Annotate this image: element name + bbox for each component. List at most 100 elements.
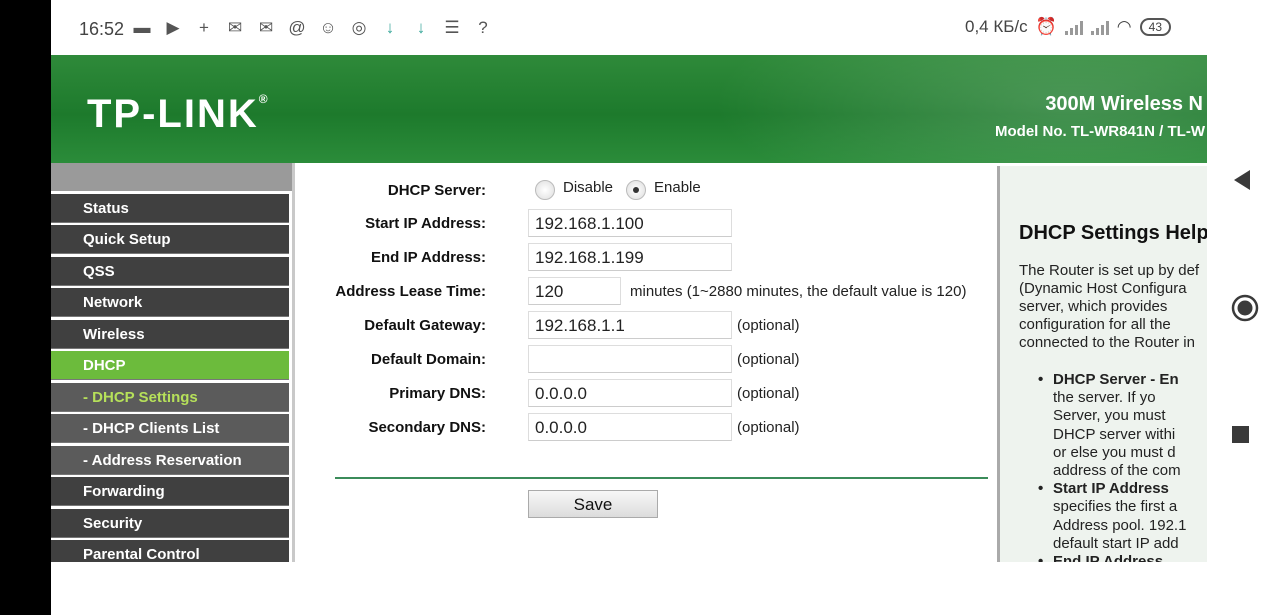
primary-dns-row: Primary DNS: 0.0.0.0 (optional): [295, 379, 997, 409]
menu-item-status[interactable]: Status: [51, 193, 289, 223]
help-intro: The Router is set up by def (Dynamic Hos…: [1019, 262, 1207, 352]
router-header: TP-LINK® 300M Wireless N Model No. TL-WR…: [51, 55, 1207, 163]
status-right: 0,4 КБ/с ⏰ ◠ 43: [965, 17, 1171, 37]
help-item-title: DHCP Server - En: [1053, 371, 1179, 388]
wifi-question-icon: ?: [478, 18, 488, 37]
phone-screen: 16:52 ▬ ▶ + ✉ ✉ @ ☺ ◎ ↓ ↓ ☰ ? 0,4 КБ/с ⏰…: [51, 0, 1207, 615]
help-list: DHCP Server - En the server. If yo Serve…: [1034, 371, 1207, 562]
sidebar-menu: Status Quick Setup QSS Network Wireless …: [51, 163, 295, 569]
status-bar: 16:52 ▬ ▶ + ✉ ✉ @ ☺ ◎ ↓ ↓ ☰ ? 0,4 КБ/с ⏰…: [51, 0, 1207, 55]
menu-item-wireless[interactable]: Wireless: [51, 319, 289, 349]
domain-input[interactable]: [528, 345, 732, 373]
help-item-end-ip: End IP Address: [1034, 553, 1207, 562]
signal-icon: [1064, 19, 1083, 35]
domain-row: Default Domain: (optional): [295, 345, 997, 375]
model-number: Model No. TL-WR841N / TL-W: [995, 123, 1205, 140]
dhcp-settings-form: DHCP Server: Disable Enable Start IP Add…: [295, 166, 997, 562]
signal-icon: [1090, 19, 1109, 35]
menu-item-network[interactable]: Network: [51, 288, 289, 317]
android-nav-bar: [1207, 0, 1280, 615]
help-line: (Dynamic Host Configura: [1019, 280, 1187, 297]
at-icon: @: [288, 18, 306, 37]
end-ip-row: End IP Address: 192.168.1.199: [295, 243, 997, 273]
dhcp-server-row: DHCP Server: Disable Enable: [295, 179, 997, 209]
help-line: Server, you must: [1053, 407, 1166, 425]
wifi-icon: ◠: [1116, 17, 1132, 36]
help-line: default start IP add: [1053, 534, 1179, 552]
tp-link-logo: TP-LINK®: [87, 92, 270, 136]
end-ip-input[interactable]: 192.168.1.199: [528, 243, 732, 271]
help-panel: DHCP Settings Help The Router is set up …: [997, 166, 1207, 562]
primary-dns-input[interactable]: 0.0.0.0: [528, 379, 732, 407]
lease-time-row: Address Lease Time: 120 minutes (1~2880 …: [295, 277, 997, 307]
help-item-title: End IP Address: [1053, 553, 1164, 562]
gateway-row: Default Gateway: 192.168.1.1 (optional): [295, 311, 997, 341]
menu-item-address-reservation[interactable]: - Address Reservation: [51, 445, 289, 475]
add-contact-icon: +: [199, 18, 209, 37]
menu-item-quick-setup[interactable]: Quick Setup: [51, 225, 289, 254]
optional-note: (optional): [737, 419, 800, 436]
mail-icon: ✉: [258, 18, 274, 37]
gateway-label: Default Gateway:: [364, 317, 486, 334]
menu-item-forwarding[interactable]: Forwarding: [51, 477, 289, 506]
dhcp-server-label: DHCP Server:: [387, 182, 486, 199]
back-icon[interactable]: [1231, 168, 1255, 192]
secondary-dns-input[interactable]: 0.0.0.0: [528, 413, 732, 441]
optional-note: (optional): [737, 317, 800, 334]
product-name: 300M Wireless N: [1045, 93, 1203, 115]
lease-time-note: minutes (1~2880 minutes, the default val…: [630, 283, 967, 300]
help-item-start-ip: Start IP Address specifies the first a A…: [1034, 480, 1207, 553]
help-line: specifies the first a: [1053, 498, 1178, 516]
help-line: The Router is set up by def: [1019, 262, 1200, 279]
enable-label: Enable: [654, 179, 701, 196]
notification-icons: ▬ ▶ + ✉ ✉ @ ☺ ◎ ↓ ↓ ☰ ?: [131, 17, 494, 39]
help-line: or else you must d: [1053, 443, 1176, 461]
start-ip-input[interactable]: 192.168.1.100: [528, 209, 732, 237]
lease-time-input[interactable]: 120: [528, 277, 621, 305]
mail-icon: ✉: [227, 18, 243, 37]
menu-item-security[interactable]: Security: [51, 508, 289, 538]
menu-item-dhcp-settings[interactable]: - DHCP Settings: [51, 382, 289, 412]
primary-dns-label: Primary DNS:: [389, 385, 486, 402]
battery-indicator: 43: [1139, 18, 1171, 36]
form-divider: [335, 477, 988, 479]
play-store-icon: ▶: [166, 18, 180, 37]
help-item-title: Start IP Address: [1053, 480, 1169, 498]
domain-label: Default Domain:: [370, 351, 486, 368]
help-line: DHCP server withi: [1053, 425, 1176, 443]
message-icon: ▬: [133, 18, 151, 37]
network-speed: 0,4 КБ/с: [964, 17, 1028, 36]
help-line: configuration for all the: [1019, 316, 1171, 333]
page-bottom-blank: [51, 562, 1207, 615]
help-item-dhcp-server: DHCP Server - En the server. If yo Serve…: [1034, 371, 1207, 480]
help-line: address of the com: [1053, 462, 1181, 480]
disable-label: Disable: [563, 179, 614, 196]
menu-icon: ☰: [444, 18, 460, 37]
home-icon[interactable]: [1231, 294, 1259, 322]
lease-time-label: Address Lease Time:: [335, 283, 486, 300]
download-icon: ↓: [416, 18, 426, 37]
help-line: the server. If yo: [1053, 389, 1156, 407]
help-line: connected to the Router in: [1019, 334, 1195, 351]
help-line: server, which provides: [1019, 298, 1168, 315]
end-ip-label: End IP Address:: [370, 249, 486, 266]
disable-radio[interactable]: [535, 180, 555, 200]
instagram-icon: ◎: [351, 18, 367, 37]
alarm-icon: ⏰: [1035, 17, 1057, 36]
recents-icon[interactable]: [1231, 425, 1251, 445]
emoji-icon: ☺: [319, 18, 337, 37]
menu-item-dhcp-clients-list[interactable]: - DHCP Clients List: [51, 414, 289, 443]
menu-item-dhcp[interactable]: DHCP: [51, 351, 289, 380]
save-button[interactable]: Save: [528, 490, 658, 518]
download-icon: ↓: [385, 18, 395, 37]
menu-top-bar: [51, 163, 292, 191]
optional-note: (optional): [737, 385, 800, 402]
help-title: DHCP Settings Help: [1019, 222, 1207, 244]
secondary-dns-row: Secondary DNS: 0.0.0.0 (optional): [295, 413, 997, 443]
enable-radio[interactable]: [626, 180, 646, 200]
secondary-dns-label: Secondary DNS:: [368, 419, 486, 436]
menu-item-qss[interactable]: QSS: [51, 256, 289, 286]
gateway-input[interactable]: 192.168.1.1: [528, 311, 732, 339]
optional-note: (optional): [737, 351, 800, 368]
clock: 16:52: [79, 19, 125, 39]
